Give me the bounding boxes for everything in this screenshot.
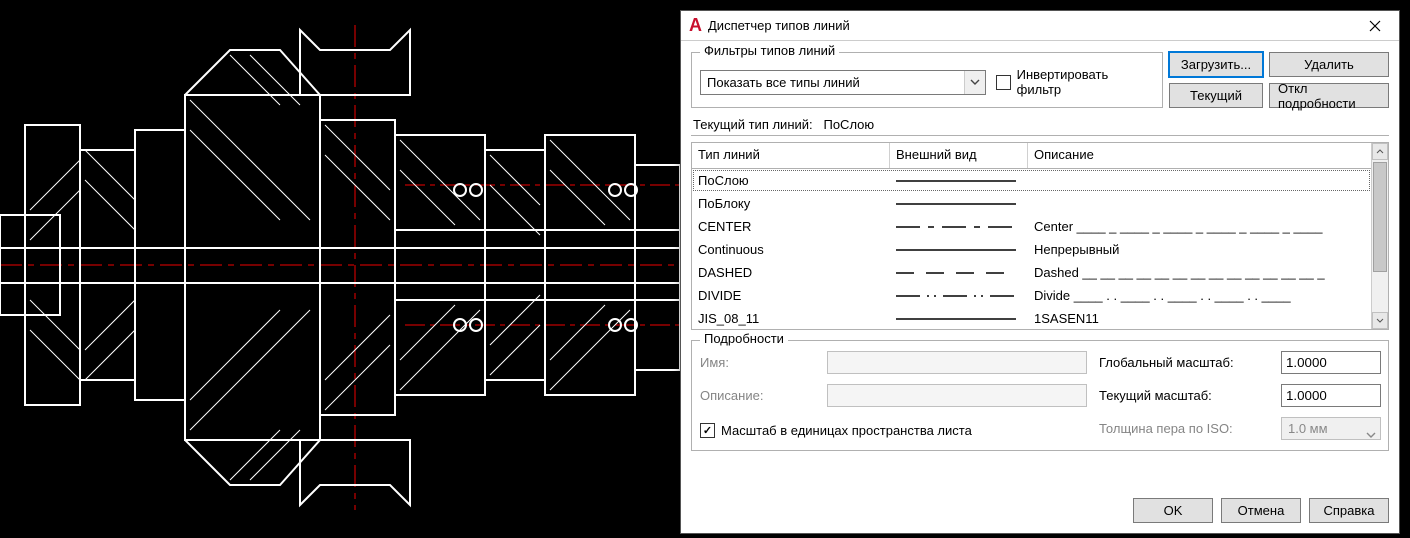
current-button[interactable]: Текущий xyxy=(1169,83,1263,108)
linetype-name: ПоСлою xyxy=(692,171,890,190)
chevron-down-icon xyxy=(1366,426,1376,432)
linetype-preview xyxy=(890,261,1028,284)
pen-width-dropdown: 1.0 мм xyxy=(1281,417,1381,440)
delete-button[interactable]: Удалить xyxy=(1269,52,1389,77)
pen-width-label: Толщина пера по ISO: xyxy=(1099,421,1269,436)
invert-filter-label: Инвертировать фильтр xyxy=(1017,67,1154,97)
table-row[interactable]: Continuous Непрерывный xyxy=(692,238,1371,261)
table-row[interactable]: ПоБлоку xyxy=(692,192,1371,215)
scroll-up-icon[interactable] xyxy=(1372,143,1388,160)
linetype-preview xyxy=(890,192,1028,215)
checkbox-icon xyxy=(996,75,1011,90)
scrollbar-track[interactable] xyxy=(1372,160,1388,312)
linetype-preview xyxy=(890,238,1028,261)
table-row[interactable]: ПоСлою xyxy=(692,169,1371,192)
workspace: A Диспетчер типов линий Фильтры типов ли… xyxy=(0,0,1410,538)
linetype-description: Divide ____ . . ____ . . ____ . . ____ .… xyxy=(1028,286,1371,305)
help-button[interactable]: Справка xyxy=(1309,498,1389,523)
global-scale-label: Глобальный масштаб: xyxy=(1099,355,1269,370)
linetype-manager-dialog: A Диспетчер типов линий Фильтры типов ли… xyxy=(680,10,1400,534)
linetype-description xyxy=(1028,202,1371,206)
linetype-description xyxy=(1028,179,1371,183)
linetype-preview xyxy=(890,169,1028,192)
paper-units-checkbox[interactable]: ✓ Масштаб в единицах пространства листа xyxy=(700,423,972,438)
description-label: Описание: xyxy=(700,388,815,403)
toggle-details-button[interactable]: Откл подробности xyxy=(1269,83,1389,108)
linetype-description: Dashed __ __ __ __ __ __ __ __ __ __ __ … xyxy=(1028,263,1371,282)
linetype-preview xyxy=(890,307,1028,329)
filters-groupbox: Фильтры типов линий Показать все типы ли… xyxy=(691,52,1163,108)
cad-drawing-svg xyxy=(0,0,680,538)
linetype-description: Center ____ _ ____ _ ____ _ ____ _ ____ … xyxy=(1028,217,1371,236)
table-row[interactable]: JIS_08_11 1SASEN11 xyxy=(692,307,1371,329)
autocad-logo-icon: A xyxy=(689,15,702,36)
current-scale-label: Текущий масштаб: xyxy=(1099,388,1269,403)
linetype-description: Непрерывный xyxy=(1028,240,1371,259)
linetype-name: JIS_08_11 xyxy=(692,309,890,328)
checkbox-checked-icon: ✓ xyxy=(700,423,715,438)
column-header-description[interactable]: Описание xyxy=(1028,143,1371,168)
dialog-footer: OK Отмена Справка xyxy=(681,490,1399,533)
scrollbar-thumb[interactable] xyxy=(1373,162,1387,272)
cancel-button[interactable]: Отмена xyxy=(1221,498,1301,523)
close-icon[interactable] xyxy=(1355,12,1395,40)
linetype-table: Тип линий Внешний вид Описание ПоСлою ПоБ… xyxy=(691,142,1389,330)
table-header-row: Тип линий Внешний вид Описание xyxy=(692,143,1371,169)
details-legend: Подробности xyxy=(700,331,788,346)
paper-units-label: Масштаб в единицах пространства листа xyxy=(721,423,972,438)
chevron-down-icon xyxy=(970,79,980,85)
name-input xyxy=(827,351,1087,374)
linetype-name: DIVIDE xyxy=(692,286,890,305)
dialog-content: Фильтры типов линий Показать все типы ли… xyxy=(681,41,1399,490)
current-linetype-row: Текущий тип линий: ПоСлою xyxy=(691,114,1389,136)
cad-drawing-area[interactable] xyxy=(0,0,680,538)
filter-dropdown-value: Показать все типы линий xyxy=(707,75,860,90)
details-groupbox: Подробности Имя: Глобальный масштаб: Опи… xyxy=(691,340,1389,451)
current-linetype-value: ПоСлою xyxy=(823,117,874,132)
current-scale-input[interactable] xyxy=(1281,384,1381,407)
filter-dropdown[interactable]: Показать все типы линий xyxy=(700,70,986,95)
global-scale-input[interactable] xyxy=(1281,351,1381,374)
linetype-preview xyxy=(890,284,1028,307)
description-input xyxy=(827,384,1087,407)
linetype-name: ПоБлоку xyxy=(692,194,890,213)
linetype-name: Continuous xyxy=(692,240,890,259)
dialog-titlebar[interactable]: A Диспетчер типов линий xyxy=(681,11,1399,41)
table-row[interactable]: CENTER Center ____ _ ____ _ ____ _ ____ _… xyxy=(692,215,1371,238)
table-scrollbar[interactable] xyxy=(1371,143,1388,329)
column-header-appearance[interactable]: Внешний вид xyxy=(890,143,1028,168)
current-linetype-label: Текущий тип линий: xyxy=(693,117,813,132)
linetype-name: CENTER xyxy=(692,217,890,236)
invert-filter-checkbox[interactable]: Инвертировать фильтр xyxy=(996,67,1154,97)
table-row[interactable]: DASHED Dashed __ __ __ __ __ __ __ __ __ … xyxy=(692,261,1371,284)
filters-legend: Фильтры типов линий xyxy=(700,43,839,58)
table-row[interactable]: DIVIDE Divide ____ . . ____ . . ____ . . … xyxy=(692,284,1371,307)
linetype-name: DASHED xyxy=(692,263,890,282)
column-header-name[interactable]: Тип линий xyxy=(692,143,890,168)
linetype-preview xyxy=(890,215,1028,238)
load-button[interactable]: Загрузить... xyxy=(1169,52,1263,77)
scroll-down-icon[interactable] xyxy=(1372,312,1388,329)
name-label: Имя: xyxy=(700,355,815,370)
pen-width-value: 1.0 мм xyxy=(1288,421,1328,436)
linetype-description: 1SASEN11 xyxy=(1028,309,1371,328)
dialog-title: Диспетчер типов линий xyxy=(708,18,1355,33)
ok-button[interactable]: OK xyxy=(1133,498,1213,523)
